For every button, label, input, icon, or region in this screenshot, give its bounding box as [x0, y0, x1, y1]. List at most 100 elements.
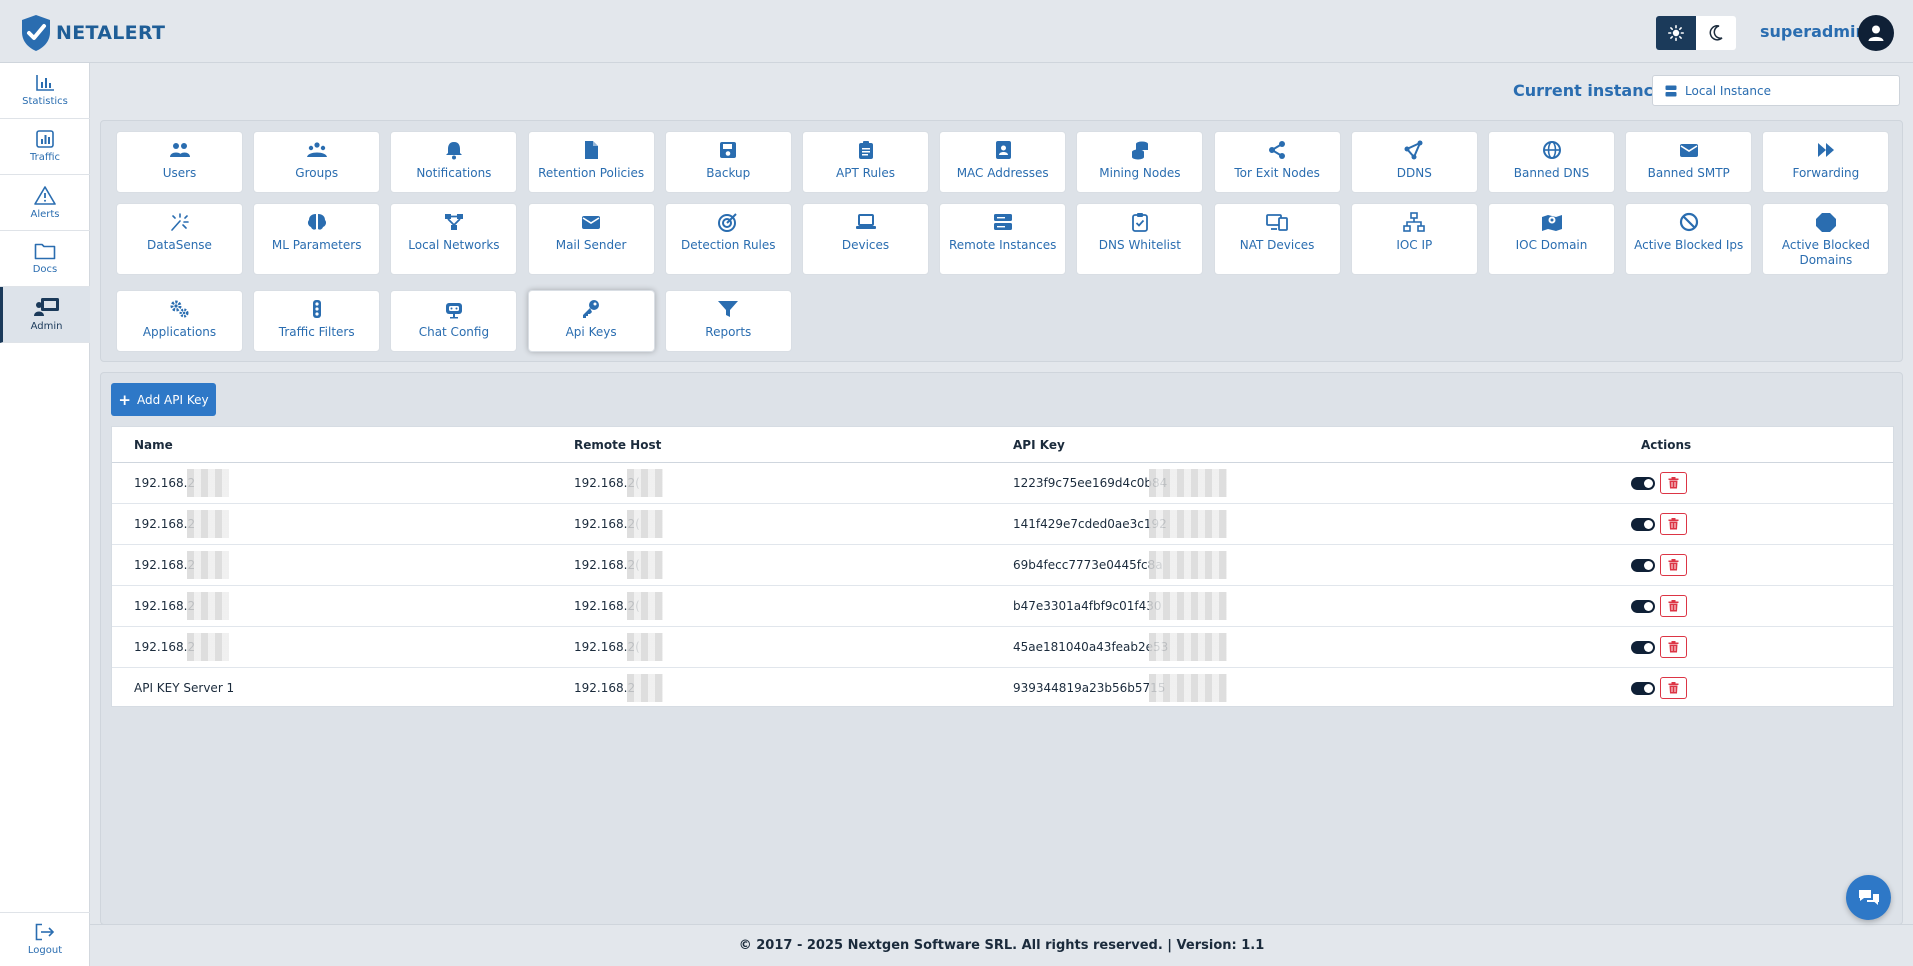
delete-button[interactable] — [1660, 472, 1687, 494]
enable-toggle[interactable] — [1631, 477, 1655, 490]
tile-chat-config[interactable]: Chat Config — [390, 290, 518, 352]
tile-dns-whitelist[interactable]: DNS Whitelist — [1076, 203, 1204, 275]
row-api-key: b47e3301a4fbf9c01f430 — [1013, 599, 1162, 613]
footer: © 2017 - 2025 Nextgen Software SRL. All … — [90, 924, 1913, 966]
tile-label: APT Rules — [836, 166, 895, 180]
tile-notifications[interactable]: Notifications — [390, 131, 518, 193]
redacted-host — [627, 469, 663, 497]
tile-detection-rules[interactable]: Detection Rules — [664, 203, 792, 275]
sidebar-item-label: Statistics — [22, 96, 68, 107]
row-api-key: 939344819a23b56b5715 — [1013, 681, 1166, 695]
table-header: Name Remote Host API Key Actions — [112, 427, 1893, 463]
server-icon — [993, 214, 1012, 230]
forward-icon — [1817, 143, 1834, 157]
tile-applications[interactable]: Applications — [116, 290, 243, 352]
redacted-key — [1149, 633, 1227, 661]
tile-label: Devices — [841, 238, 890, 252]
enable-toggle[interactable] — [1631, 559, 1655, 572]
target-icon — [718, 213, 738, 232]
table-row: 192.168.2 192.168.2(141f429e7cded0ae3c192 — [112, 504, 1893, 545]
delete-button[interactable] — [1660, 595, 1687, 617]
tile-label: DDNS — [1396, 166, 1432, 180]
user-avatar[interactable] — [1858, 15, 1894, 51]
app-logo[interactable]: NETALERT — [20, 14, 165, 52]
tile-label: Mining Nodes — [1099, 166, 1181, 180]
tile-mac-addresses[interactable]: MAC Addresses — [939, 131, 1067, 193]
enable-toggle[interactable] — [1631, 518, 1655, 531]
tile-users[interactable]: Users — [116, 131, 243, 193]
logout-label: Logout — [27, 945, 63, 956]
tile-label: MAC Addresses — [956, 166, 1049, 180]
username[interactable]: superadmin — [1760, 22, 1867, 41]
current-instance-label: Current instance: — [1513, 81, 1671, 100]
delete-button[interactable] — [1660, 677, 1687, 699]
tile-label: Mail Sender — [555, 238, 627, 252]
instance-select[interactable]: Local Instance — [1652, 75, 1900, 106]
tile-ml-parameters[interactable]: ML Parameters — [253, 203, 381, 275]
tile-mail-sender[interactable]: Mail Sender — [527, 203, 655, 275]
filter-icon — [718, 301, 739, 317]
enable-toggle[interactable] — [1631, 682, 1655, 695]
tile-label: Groups — [295, 166, 339, 180]
user-icon — [1868, 25, 1884, 41]
row-api-key: 45ae181040a43feab2e53 — [1013, 640, 1169, 654]
sidebar-item-admin[interactable]: Admin — [0, 287, 90, 343]
redacted-key — [1149, 510, 1227, 538]
tile-local-networks[interactable]: Local Networks — [390, 203, 518, 275]
tile-label: NAT Devices — [1239, 238, 1315, 252]
tile-label: Chat Config — [418, 325, 490, 339]
chat-button[interactable] — [1846, 875, 1891, 920]
tile-apt-rules[interactable]: APT Rules — [802, 131, 929, 193]
redacted-name — [187, 633, 229, 661]
tile-reports[interactable]: Reports — [664, 290, 792, 352]
tile-traffic-filters[interactable]: Traffic Filters — [253, 290, 381, 352]
trash-icon — [1668, 477, 1679, 489]
enable-toggle[interactable] — [1631, 641, 1655, 654]
enable-toggle[interactable] — [1631, 600, 1655, 613]
logout-button[interactable]: Logout — [0, 912, 90, 966]
tile-ioc-domain[interactable]: IOC Domain — [1488, 203, 1615, 275]
sidebar-item-label: Admin — [30, 321, 63, 332]
tile-banned-dns[interactable]: Banned DNS — [1488, 131, 1615, 193]
tile-remote-instances[interactable]: Remote Instances — [939, 203, 1067, 275]
light-theme-button[interactable] — [1656, 16, 1696, 50]
tile-label: Active Blocked Ips — [1634, 238, 1744, 252]
tile-groups[interactable]: Groups — [253, 131, 381, 193]
redacted-host — [627, 633, 663, 661]
tile-nat-devices[interactable]: NAT Devices — [1213, 203, 1341, 275]
tile-ioc-ip[interactable]: IOC IP — [1350, 203, 1478, 275]
tile-retention-policies[interactable]: Retention Policies — [527, 131, 655, 193]
admin-presentation-icon — [33, 298, 59, 316]
delete-button[interactable] — [1660, 636, 1687, 658]
tile-label: Detection Rules — [681, 238, 776, 252]
column-actions: Actions — [1641, 438, 1692, 452]
sidebar-item-traffic[interactable]: Traffic — [0, 119, 90, 175]
dark-theme-button[interactable] — [1696, 16, 1736, 50]
bar-chart-icon — [36, 75, 54, 91]
sidebar-item-docs[interactable]: Docs — [0, 231, 90, 287]
redacted-key — [1149, 592, 1227, 620]
tile-tor-exit-nodes[interactable]: Tor Exit Nodes — [1213, 131, 1341, 193]
tile-mining-nodes[interactable]: Mining Nodes — [1076, 131, 1204, 193]
tile-ddns[interactable]: DDNS — [1350, 131, 1478, 193]
table-row: 192.168.2 192.168.2(b47e3301a4fbf9c01f430 — [112, 586, 1893, 627]
tile-datasense[interactable]: DataSense — [116, 203, 243, 275]
delete-button[interactable] — [1660, 554, 1687, 576]
add-api-key-button[interactable]: + Add API Key — [111, 383, 216, 416]
instance-value: Local Instance — [1685, 83, 1771, 98]
tile-banned-smtp[interactable]: Banned SMTP — [1625, 131, 1753, 193]
tile-forwarding[interactable]: Forwarding — [1762, 131, 1890, 193]
nodes-icon — [1404, 140, 1423, 160]
tile-active-blocked-domains[interactable]: Active Blocked Domains — [1762, 203, 1890, 275]
sidebar-item-statistics[interactable]: Statistics — [0, 63, 90, 119]
tile-api-keys[interactable]: Api Keys — [527, 290, 655, 352]
row-name: API KEY Server 1 — [134, 681, 235, 695]
delete-button[interactable] — [1660, 513, 1687, 535]
tile-backup[interactable]: Backup — [664, 131, 792, 193]
tile-active-blocked-ips[interactable]: Active Blocked Ips — [1625, 203, 1753, 275]
tile-devices[interactable]: Devices — [802, 203, 929, 275]
theme-toggle[interactable] — [1656, 16, 1736, 50]
sparkle-icon — [170, 213, 189, 231]
sidebar-item-alerts[interactable]: Alerts — [0, 175, 90, 231]
globe-icon — [1542, 141, 1561, 159]
